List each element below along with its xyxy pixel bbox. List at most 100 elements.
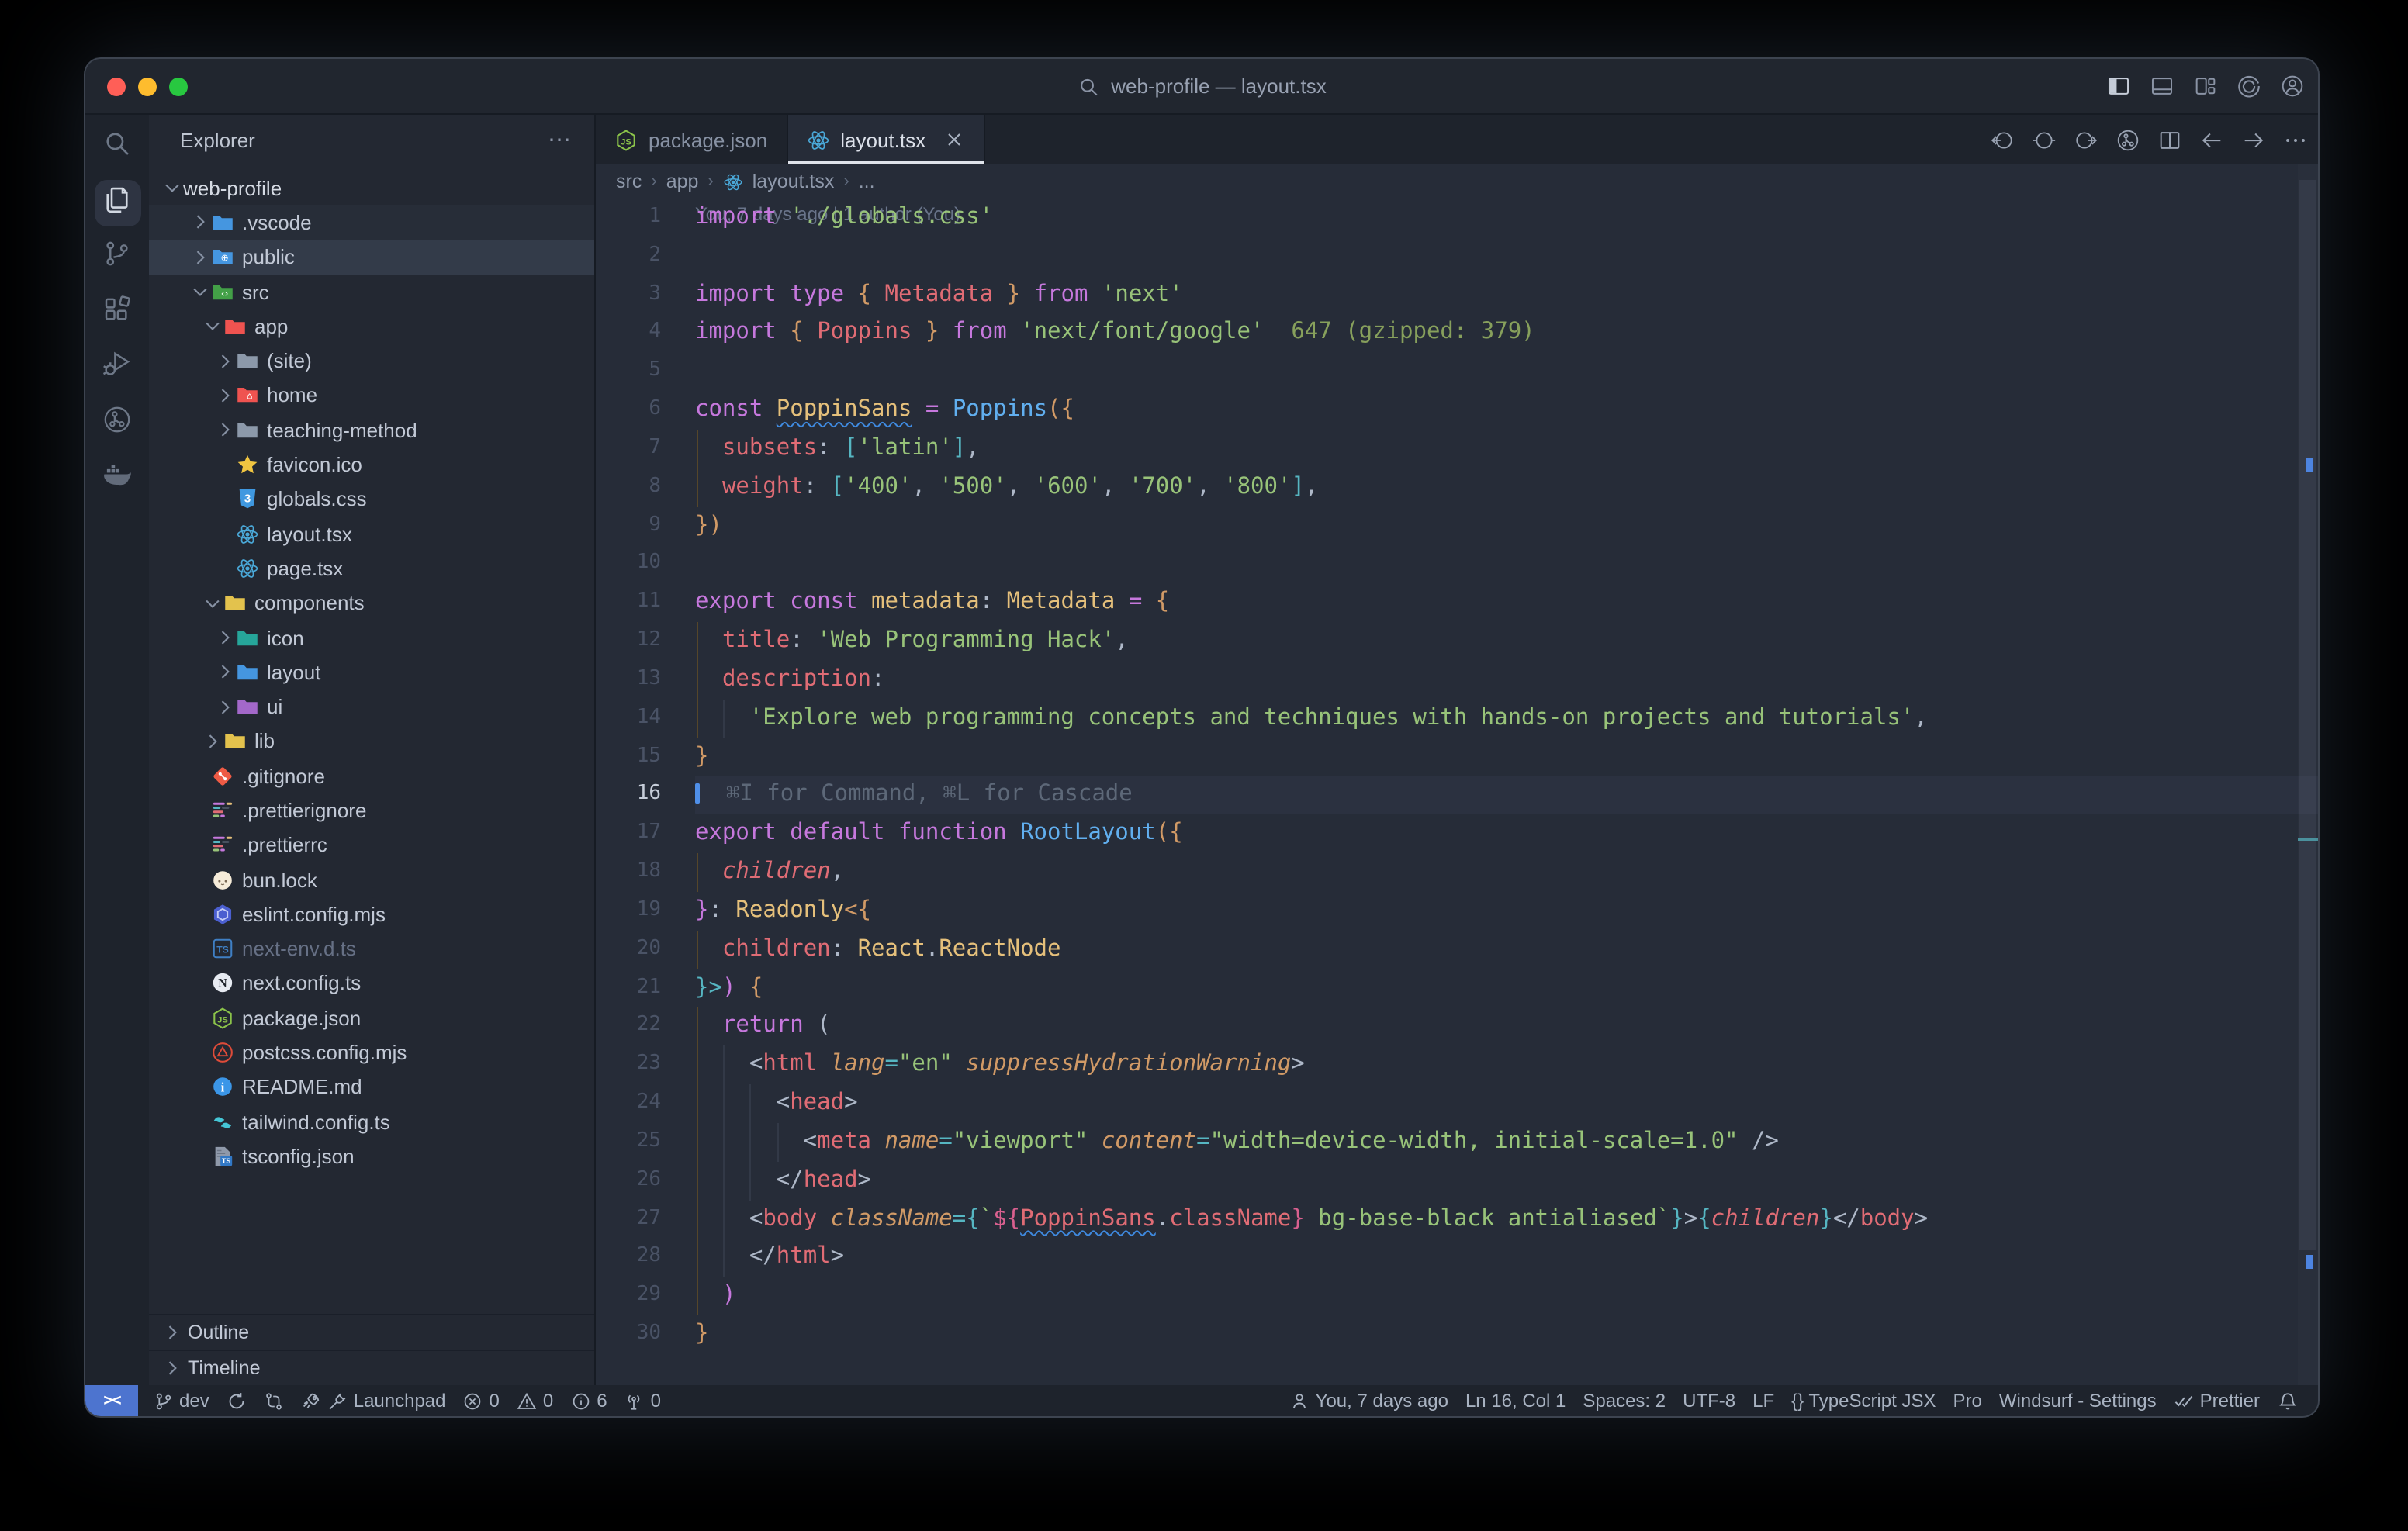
tree-item-page-tsx[interactable]: page.tsx: [149, 551, 594, 586]
tree-item-next-config-ts[interactable]: Nnext.config.ts: [149, 966, 594, 1001]
status-cursor-position[interactable]: Ln 16, Col 1: [1457, 1385, 1574, 1416]
code-line-16[interactable]: 16 ⌘I for Command, ⌘L for Cascade: [596, 776, 2318, 815]
tree-item-lib[interactable]: lib: [149, 724, 594, 759]
breadcrumb-item[interactable]: src: [616, 171, 642, 192]
sidebar-more-actions-button[interactable]: ⋯: [548, 126, 573, 154]
tree-item--gitignore[interactable]: .gitignore: [149, 759, 594, 793]
status-ports[interactable]: 0: [616, 1385, 669, 1416]
tab-layout-tsx[interactable]: layout.tsx: [787, 115, 984, 164]
tree-item--vscode[interactable]: .vscode: [149, 206, 594, 240]
breadcrumb-item[interactable]: layout.tsx: [752, 171, 835, 192]
tree-item-web-profile[interactable]: web-profile: [149, 171, 594, 206]
code-line-2[interactable]: 2: [596, 237, 2318, 276]
go-forward-icon[interactable]: [2240, 126, 2267, 153]
code-line-29[interactable]: 29 ): [596, 1277, 2318, 1315]
tree-item-next-env-d-ts[interactable]: TSnext-env.d.ts: [149, 931, 594, 966]
code-line-19[interactable]: 19}: Readonly<{: [596, 892, 2318, 931]
code-line-15[interactable]: 15}: [596, 738, 2318, 776]
git-graph-icon[interactable]: [2115, 126, 2141, 153]
toggle-primary-sidebar-icon[interactable]: [2105, 73, 2132, 99]
status-launchpad[interactable]: Launchpad: [292, 1385, 455, 1416]
sidebar-section-outline[interactable]: Outline: [149, 1314, 594, 1350]
code-line-20[interactable]: 20 children: React.ReactNode: [596, 930, 2318, 969]
status-language-mode[interactable]: {} TypeScript JSX: [1783, 1385, 1944, 1416]
tree-item-ui[interactable]: ui: [149, 689, 594, 724]
tree-item-package-json[interactable]: JSpackage.json: [149, 1001, 594, 1035]
code-line-24[interactable]: 24 <head>: [596, 1084, 2318, 1123]
code-line-6[interactable]: 6const PoppinSans = Poppins({: [596, 391, 2318, 430]
window-minimize-button[interactable]: [138, 77, 157, 95]
tree-item--site-[interactable]: (site): [149, 344, 594, 378]
tree-item-app[interactable]: app: [149, 309, 594, 344]
code-line-23[interactable]: 23 <html lang="en" suppressHydrationWarn…: [596, 1045, 2318, 1084]
tree-item-public[interactable]: ⊕public: [149, 240, 594, 275]
tree-item--prettierignore[interactable]: .prettierignore: [149, 793, 594, 828]
code-line-1[interactable]: 1import './globals.css': [596, 199, 2318, 237]
code-line-22[interactable]: 22 return (: [596, 1007, 2318, 1046]
window-title-search[interactable]: web-profile — layout.tsx: [1077, 59, 1326, 113]
tree-item-components[interactable]: components: [149, 586, 594, 620]
code-line-8[interactable]: 8 weight: ['400', '500', '600', '700', '…: [596, 468, 2318, 507]
code-line-3[interactable]: 3import type { Metadata } from 'next': [596, 275, 2318, 314]
window-close-button[interactable]: [107, 77, 126, 95]
tree-item-tsconfig-json[interactable]: TStsconfig.json: [149, 1139, 594, 1174]
tree-item-tailwind-config-ts[interactable]: tailwind.config.ts: [149, 1104, 594, 1139]
status-compare-changes[interactable]: [255, 1385, 292, 1416]
navigate-position-icon[interactable]: [2031, 126, 2057, 153]
scrollbar-slider[interactable]: [2299, 180, 2316, 1250]
status-pro-plan[interactable]: Pro: [1945, 1385, 1991, 1416]
tree-item-layout-tsx[interactable]: layout.tsx: [149, 517, 594, 551]
activity-item-git-graph[interactable]: [94, 399, 140, 446]
code-line-17[interactable]: 17export default function RootLayout({: [596, 815, 2318, 854]
tree-item--prettierrc[interactable]: .prettierrc: [149, 828, 594, 862]
code-line-27[interactable]: 27 <body className={`${PoppinSans.classN…: [596, 1200, 2318, 1239]
toggle-secondary-sidebar-icon[interactable]: [2192, 73, 2219, 99]
status-git-branch[interactable]: dev: [144, 1385, 218, 1416]
split-editor-icon[interactable]: [2157, 126, 2183, 153]
code-line-26[interactable]: 26 </head>: [596, 1161, 2318, 1200]
close-icon[interactable]: [943, 129, 964, 150]
tree-item-bun-lock[interactable]: bun.lock: [149, 862, 594, 897]
status-blame-status[interactable]: You, 7 days ago: [1281, 1385, 1457, 1416]
navigate-forward-circle-icon[interactable]: [2073, 126, 2099, 153]
editor-scrollbar[interactable]: [2298, 164, 2318, 1385]
tree-item-postcss-config-mjs[interactable]: postcss.config.mjs: [149, 1035, 594, 1070]
window-zoom-button[interactable]: [169, 77, 188, 95]
code-line-9[interactable]: 9}): [596, 506, 2318, 545]
code-line-21[interactable]: 21}>) {: [596, 969, 2318, 1007]
activity-item-source-control[interactable]: [94, 234, 140, 281]
remote-indicator[interactable]: ><: [85, 1385, 138, 1416]
sidebar-section-timeline[interactable]: Timeline: [149, 1350, 594, 1385]
account-icon[interactable]: [2279, 73, 2306, 99]
code-line-13[interactable]: 13 description:: [596, 661, 2318, 700]
code-line-7[interactable]: 7 subsets: ['latin'],: [596, 430, 2318, 468]
code-line-14[interactable]: 14 'Explore web programming concepts and…: [596, 700, 2318, 738]
activity-item-run-and-debug[interactable]: [94, 344, 140, 391]
tree-item-README-md[interactable]: iREADME.md: [149, 1070, 594, 1104]
code-line-11[interactable]: 11export const metadata: Metadata = {: [596, 584, 2318, 623]
code-line-10[interactable]: 10: [596, 545, 2318, 584]
status-warnings[interactable]: 0: [508, 1385, 562, 1416]
code-line-4[interactable]: 4import { Poppins } from 'next/font/goog…: [596, 314, 2318, 353]
status-formatter[interactable]: Prettier: [2165, 1385, 2268, 1416]
more-actions-icon[interactable]: [2282, 126, 2309, 153]
code-line-28[interactable]: 28 </html>: [596, 1239, 2318, 1277]
status-encoding[interactable]: UTF-8: [1674, 1385, 1744, 1416]
status-errors[interactable]: 0: [455, 1385, 508, 1416]
code-line-18[interactable]: 18 children,: [596, 853, 2318, 892]
toggle-panel-icon[interactable]: [2149, 73, 2175, 99]
activity-item-search[interactable]: [94, 124, 140, 171]
code-line-12[interactable]: 12 title: 'Web Programming Hack',: [596, 622, 2318, 661]
activity-item-extensions[interactable]: [94, 289, 140, 336]
status-sync-changes[interactable]: [218, 1385, 255, 1416]
activity-item-docker[interactable]: [94, 454, 140, 501]
tree-item-favicon-ico[interactable]: favicon.ico: [149, 448, 594, 482]
breadcrumb-item[interactable]: ...: [859, 171, 875, 192]
tree-item-globals-css[interactable]: 3globals.css: [149, 482, 594, 517]
tree-item-teaching-method[interactable]: teaching-method: [149, 413, 594, 448]
tree-item-home[interactable]: ⌂home: [149, 378, 594, 413]
code-line-25[interactable]: 25 <meta name="viewport" content="width=…: [596, 1123, 2318, 1162]
breadcrumb-item[interactable]: app: [666, 171, 699, 192]
status-eol[interactable]: LF: [1744, 1385, 1783, 1416]
code-line-30[interactable]: 30}: [596, 1315, 2318, 1354]
